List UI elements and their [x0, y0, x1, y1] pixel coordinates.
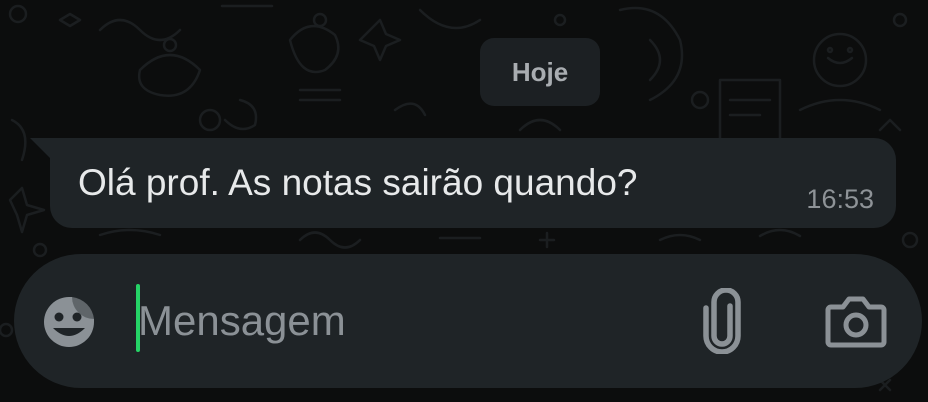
- camera-icon: [825, 296, 887, 348]
- attach-button[interactable]: [694, 286, 750, 356]
- date-separator: Hoje: [480, 38, 600, 106]
- incoming-message-bubble[interactable]: Olá prof. As notas sairão quando? 16:53: [50, 138, 896, 228]
- message-composer: [14, 254, 922, 388]
- sticker-icon: [44, 297, 94, 347]
- bubble-tail: [30, 138, 52, 160]
- message-timestamp: 16:53: [806, 184, 874, 214]
- chat-window: Hoje Olá prof. As notas sairão quando? 1…: [0, 0, 928, 402]
- paperclip-icon: [703, 288, 741, 354]
- message-text: Olá prof. As notas sairão quando?: [78, 162, 638, 203]
- message-input[interactable]: [138, 288, 658, 354]
- sticker-button[interactable]: [38, 291, 100, 353]
- camera-button[interactable]: [822, 290, 890, 352]
